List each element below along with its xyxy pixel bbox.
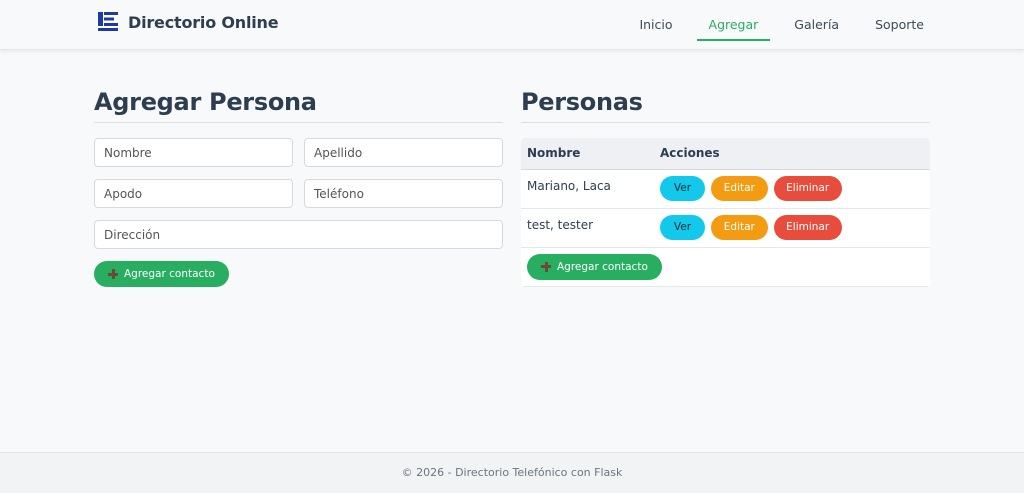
person-name: test, tester (521, 208, 654, 248)
add-person-form: Agregar contacto (94, 138, 503, 287)
view-button[interactable]: Ver (660, 215, 705, 240)
table-add-cell: Agregar contacto (521, 247, 930, 287)
footer-text: © 2026 - Directorio Telefónico con Flask (401, 466, 623, 479)
nav-soporte[interactable]: Soporte (869, 11, 930, 39)
persons-section: Personas Nombre Acciones Mariano, Laca V… (521, 88, 930, 287)
main-nav: Inicio Agregar Galería Soporte (609, 0, 930, 50)
add-contact-label: Agregar contacto (124, 268, 215, 280)
add-person-section: Agregar Persona Agregar contacto (94, 88, 503, 287)
direccion-input[interactable] (94, 220, 503, 249)
apellido-input[interactable] (304, 138, 503, 167)
delete-button[interactable]: Eliminar (773, 215, 842, 240)
nav-inicio[interactable]: Inicio (633, 11, 678, 39)
plus-icon (541, 261, 551, 272)
edit-button[interactable]: Editar (710, 176, 768, 201)
person-name: Mariano, Laca (521, 169, 654, 209)
nav-galeria[interactable]: Galería (788, 11, 845, 39)
add-person-title: Agregar Persona (94, 88, 503, 123)
plus-icon (108, 269, 118, 279)
persons-title: Personas (521, 88, 930, 123)
persons-table: Nombre Acciones Mariano, Laca Ver Editar… (521, 138, 930, 287)
directory-logo-icon (97, 10, 119, 34)
form-row (94, 220, 503, 249)
row-actions: Ver Editar Eliminar (654, 208, 930, 248)
form-row (94, 138, 503, 167)
footer: © 2026 - Directorio Telefónico con Flask (0, 452, 1024, 493)
column-header-acciones: Acciones (654, 138, 930, 170)
navbar: Directorio Online Inicio Agregar Galería… (0, 0, 1024, 50)
nav-agregar[interactable]: Agregar (696, 11, 771, 41)
brand-title: Directorio Online (128, 12, 279, 32)
telefono-input[interactable] (304, 179, 503, 208)
nombre-input[interactable] (94, 138, 293, 167)
table-add-row: Agregar contacto (521, 247, 930, 287)
brand[interactable]: Directorio Online (97, 10, 279, 34)
table-add-contact-button[interactable]: Agregar contacto (527, 253, 662, 280)
table-row: Mariano, Laca Ver Editar Eliminar (521, 169, 930, 209)
apodo-input[interactable] (94, 179, 293, 208)
view-button[interactable]: Ver (660, 176, 705, 201)
delete-button[interactable]: Eliminar (773, 176, 842, 201)
table-row: test, tester Ver Editar Eliminar (521, 208, 930, 248)
add-contact-button[interactable]: Agregar contacto (94, 261, 229, 287)
column-header-nombre: Nombre (521, 138, 654, 170)
edit-button[interactable]: Editar (710, 215, 768, 240)
table-add-contact-label: Agregar contacto (557, 260, 648, 273)
form-row (94, 179, 503, 208)
row-actions: Ver Editar Eliminar (654, 169, 930, 209)
